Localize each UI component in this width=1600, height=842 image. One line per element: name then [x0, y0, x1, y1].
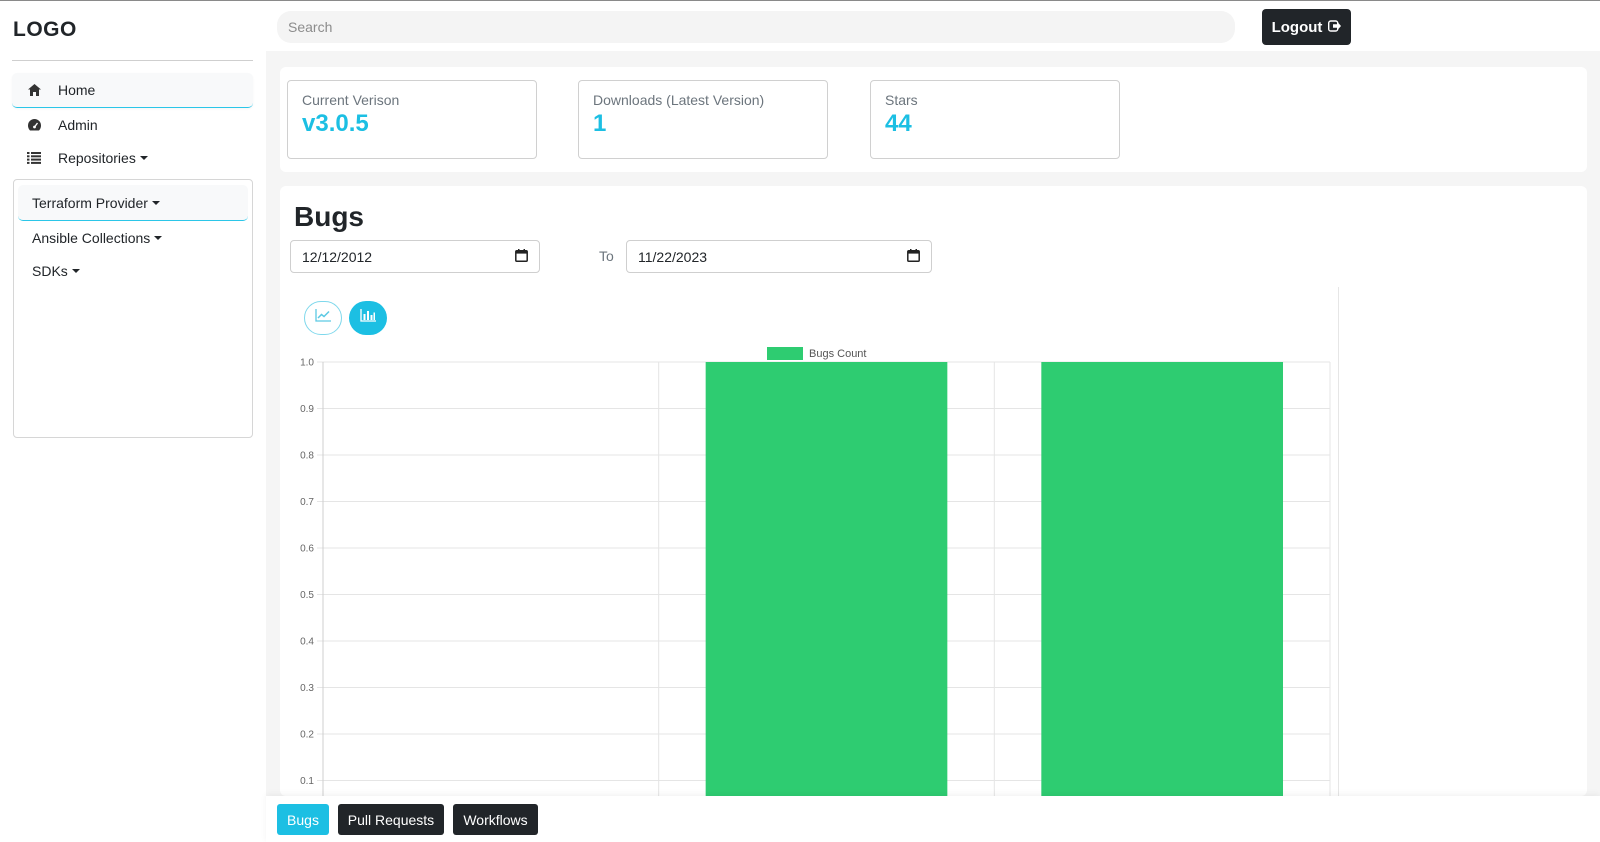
stat-label: Stars	[885, 92, 918, 108]
sidebar-item-label: Repositories	[58, 149, 136, 166]
bar[interactable]	[705, 362, 948, 796]
tab-pull-requests[interactable]: Pull Requests	[338, 804, 444, 835]
y-tick-label: 0.1	[300, 776, 314, 787]
sidebar-divider	[12, 60, 253, 61]
home-icon	[26, 82, 42, 98]
submenu-item-label: Ansible Collections	[32, 230, 151, 246]
sidebar: LOGO Home Admin Repositories Terraform P…	[0, 1, 266, 842]
logout-label: Logout	[1271, 18, 1323, 36]
stat-value: 44	[885, 110, 912, 137]
bugs-chart: Bugs Count 1.0 0.9 0.8 0.7 0.6 0.5 0.4 0.3 0.2 0.…	[290, 287, 1339, 796]
y-tick-label: 0.7	[300, 497, 314, 508]
submenu-item-ansible-collections[interactable]: Ansible Collections	[18, 220, 248, 256]
main-content: Logout Current Verison v3.0.5 Downloads …	[266, 1, 1600, 842]
repositories-submenu: Terraform Provider Ansible Collections S…	[13, 179, 253, 438]
sign-out-icon	[1328, 19, 1342, 36]
y-tick-label: 0.9	[300, 404, 314, 415]
logo: LOGO	[13, 18, 77, 41]
from-date-value: 12/12/2012	[302, 248, 373, 265]
to-date-input[interactable]: 11/22/2023	[626, 240, 932, 273]
y-tick-label: 0.4	[300, 637, 314, 648]
section-title: Bugs	[294, 201, 364, 232]
to-label: To	[599, 248, 614, 264]
submenu-item-label: SDKs	[32, 263, 68, 279]
stat-card-downloads: Downloads (Latest Version) 1	[578, 80, 828, 159]
caret-down-icon	[139, 155, 148, 160]
sidebar-item-home[interactable]: Home	[12, 73, 253, 108]
stat-value: v3.0.5	[302, 110, 369, 137]
list-icon	[26, 150, 42, 166]
submenu-item-terraform-provider[interactable]: Terraform Provider	[18, 185, 248, 221]
sidebar-item-repositories[interactable]: Repositories	[12, 140, 253, 175]
caret-down-icon	[154, 236, 163, 240]
stat-label: Current Verison	[302, 92, 400, 108]
calendar-icon[interactable]	[907, 248, 920, 265]
logout-button[interactable]: Logout	[1262, 9, 1351, 45]
sidebar-item-admin[interactable]: Admin	[12, 107, 253, 142]
bottom-tab-bar: Bugs Pull Requests Workflows	[266, 796, 1600, 842]
to-date-value: 11/22/2023	[638, 248, 708, 265]
stat-value: 1	[593, 110, 607, 137]
dashboard-icon	[26, 117, 42, 133]
y-tick-label: 1.0	[300, 358, 314, 369]
stats-panel: Current Verison v3.0.5 Downloads (Latest…	[280, 67, 1587, 172]
y-tick-label: 0.5	[300, 590, 314, 601]
y-tick-label: 0.8	[300, 451, 314, 462]
y-tick-label: 0.6	[300, 544, 314, 555]
caret-down-icon	[151, 200, 160, 205]
search-input[interactable]	[277, 11, 1235, 43]
tab-workflows[interactable]: Workflows	[453, 804, 538, 835]
tab-bugs[interactable]: Bugs	[277, 804, 329, 835]
calendar-icon[interactable]	[515, 248, 528, 265]
stat-card-stars: Stars 44	[870, 80, 1120, 159]
bar[interactable]	[1041, 362, 1284, 796]
sidebar-item-label: Home	[58, 82, 96, 98]
caret-down-icon	[71, 269, 80, 273]
sidebar-item-label: Admin	[58, 116, 98, 133]
submenu-item-sdks[interactable]: SDKs	[18, 253, 248, 289]
bugs-panel: Bugs 12/12/2012 To 11/22/2023 Bugs Count…	[280, 186, 1587, 796]
submenu-item-label: Terraform Provider	[32, 194, 148, 211]
bar-chart-svg: 1.0 0.9 0.8 0.7 0.6 0.5 0.4 0.3 0.2 0.1	[300, 358, 1331, 796]
stat-card-current-version: Current Verison v3.0.5	[287, 80, 537, 159]
y-tick-label: 0.3	[300, 683, 314, 694]
stat-label: Downloads (Latest Version)	[593, 92, 765, 108]
y-tick-label: 0.2	[300, 730, 314, 741]
topbar: Logout	[266, 1, 1600, 51]
from-date-input[interactable]: 12/12/2012	[290, 240, 540, 273]
